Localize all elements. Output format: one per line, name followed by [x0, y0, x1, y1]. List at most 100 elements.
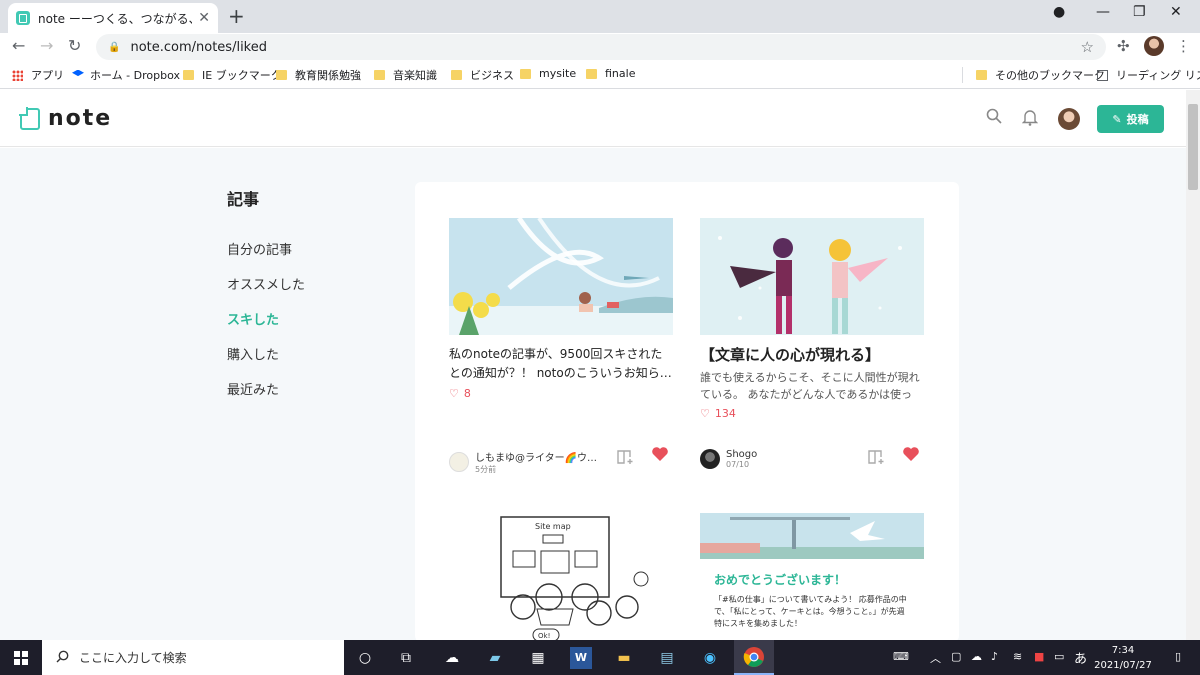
battery-icon[interactable]: ▭	[1054, 650, 1064, 663]
onedrive-icon[interactable]: ☁	[971, 650, 982, 663]
card-thumbnail: Site map Ok!	[449, 513, 673, 640]
bookmark-folder[interactable]: ビジネス	[451, 67, 514, 83]
bookmark-folder[interactable]: IE ブックマーク	[183, 67, 282, 83]
new-tab-icon[interactable]: +	[228, 4, 245, 28]
bookmark-dropbox[interactable]: ホーム - Dropbox	[72, 67, 180, 83]
reload-icon[interactable]: ↻	[68, 36, 81, 55]
folder-icon	[183, 70, 194, 80]
sidebar-item-liked[interactable]: スキした	[227, 309, 279, 328]
word-icon[interactable]: W	[570, 647, 592, 669]
extensions-icon[interactable]: ✣	[1117, 37, 1130, 55]
tab-close-icon[interactable]: ✕	[198, 10, 210, 26]
search-icon	[56, 650, 69, 666]
clock-time: 7:34	[1111, 645, 1135, 656]
sidebar-item-my-articles[interactable]: 自分の記事	[227, 239, 292, 258]
volume-icon[interactable]: ♪	[991, 650, 998, 663]
card-thumbnail	[700, 218, 924, 335]
windows-start-icon[interactable]	[14, 651, 28, 665]
ime-mode-indicator[interactable]: あ	[1074, 648, 1087, 667]
folder-icon	[276, 70, 287, 80]
window-close-icon[interactable]: ✕	[1170, 4, 1182, 20]
minimize-icon[interactable]: —	[1096, 4, 1110, 20]
chrome-icon[interactable]	[734, 640, 774, 675]
back-icon[interactable]: ←	[12, 36, 25, 55]
search-icon[interactable]	[986, 108, 1002, 129]
show-hidden-icons[interactable]: ︿	[930, 650, 941, 666]
article-card[interactable]: 私のnoteの記事が、9500回スキされたとの通知が？！ notoのこういうお知…	[449, 218, 673, 400]
post-button[interactable]: ✎ 投稿	[1097, 105, 1164, 133]
url-text: note.com/notes/liked	[130, 39, 267, 55]
bookmark-folder[interactable]: 教育関係勉強	[276, 67, 361, 83]
bubble-text: Ok!	[538, 632, 550, 640]
keyboard-icon[interactable]: ⌨	[893, 650, 909, 663]
notification-bell-icon[interactable]	[1021, 108, 1039, 131]
safari-icon[interactable]: ◉	[699, 647, 721, 669]
cortana-icon[interactable]: ○	[354, 647, 376, 669]
file-explorer-icon[interactable]: ▬	[613, 647, 635, 669]
card-thumbnail: おめでとうございます！ 「#私の仕事」について書いてみよう！ 応募作品の中で、「…	[700, 513, 924, 640]
folder-icon	[586, 68, 597, 79]
card-title[interactable]: 【文章に人の心が現れる】	[700, 345, 924, 369]
note-logo[interactable]: note	[19, 106, 112, 131]
bookmark-folder[interactable]: mysite	[520, 67, 576, 80]
card-author[interactable]: しもまゆ@ライター🌈ウ… 5分前	[449, 449, 597, 475]
task-view-icon[interactable]: ⧉	[395, 647, 417, 669]
article-card[interactable]: Site map Ok!	[449, 513, 673, 640]
bookmark-star-icon[interactable]: ☆	[1081, 38, 1094, 56]
dropbox-icon	[72, 69, 84, 77]
address-bar[interactable]: 🔒 note.com/notes/liked ☆	[96, 34, 1106, 60]
browser-menu-icon[interactable]: ⋮	[1176, 37, 1191, 55]
browser-tab[interactable]: note ーーつくる、つながる、とどける。 ✕	[8, 3, 218, 33]
add-to-magazine-icon[interactable]	[868, 449, 886, 469]
like-count: ♡ 134	[700, 407, 736, 420]
taskbar-search-box[interactable]: ここに入力して検索	[42, 640, 344, 675]
profile-menu-icon[interactable]: ●	[1053, 4, 1065, 20]
folder-icon	[976, 70, 987, 80]
card-author[interactable]: Shogo 07/10	[700, 449, 757, 469]
taskbar-clock[interactable]: 7:34 2021/07/27	[1093, 643, 1153, 673]
reading-list-icon	[1097, 69, 1108, 81]
author-name: Shogo	[726, 449, 758, 460]
sidebar-item-purchased[interactable]: 購入した	[227, 344, 279, 363]
card-title[interactable]: 私のnoteの記事が、9500回スキされたとの通知が？！ notoのこういうお知…	[449, 345, 673, 383]
card-thumbnail	[449, 218, 673, 335]
article-card[interactable]: 【文章に人の心が現れる】 誰でも使えるからこそ、そこに人間性が現れている。 あな…	[700, 218, 924, 420]
sidebar-item-recommended[interactable]: オススメした	[227, 274, 305, 293]
forward-icon[interactable]: →	[40, 36, 53, 55]
profile-avatar[interactable]	[1144, 36, 1164, 56]
sitemap-caption: Site map	[535, 522, 571, 531]
congrats-body: 「#私の仕事」について書いてみよう！ 応募作品の中で、「私にとって、ケーキとは。…	[714, 595, 907, 628]
ime-tool-icon[interactable]: ■	[1034, 650, 1044, 663]
heart-filled-icon[interactable]	[902, 446, 920, 467]
app-icon[interactable]: ▰	[484, 647, 506, 669]
heart-outline-icon: ♡	[449, 387, 459, 400]
wifi-icon[interactable]: ≋	[1013, 650, 1022, 663]
sidebar-item-recent[interactable]: 最近みた	[227, 379, 279, 398]
bookmarks-bar: アプリ ホーム - Dropbox IE ブックマーク 教育関係勉強 音楽知識 …	[0, 60, 1200, 89]
site-header: note ✎ 投稿	[0, 90, 1186, 147]
congrats-heading: おめでとうございます！	[714, 573, 847, 587]
notification-center-icon[interactable]: ▯	[1175, 650, 1181, 663]
reading-list[interactable]: リーディング リスト	[1097, 67, 1200, 83]
bookmark-folder[interactable]: finale	[586, 67, 635, 80]
clock-date: 2021/07/27	[1094, 660, 1152, 671]
article-card[interactable]: おめでとうございます！ 「#私の仕事」について書いてみよう！ 応募作品の中で、「…	[700, 513, 924, 640]
heart-filled-icon[interactable]	[651, 446, 669, 467]
restore-icon[interactable]: ❐	[1133, 4, 1146, 20]
store-icon[interactable]: ▦	[527, 647, 549, 669]
folder-icon	[520, 68, 531, 79]
note-favicon-icon	[16, 11, 30, 25]
user-avatar[interactable]	[1058, 108, 1080, 130]
scrollbar-thumb[interactable]	[1188, 104, 1198, 190]
bookmark-folder[interactable]: 音楽知識	[374, 67, 437, 83]
meet-icon[interactable]: ▢	[951, 650, 961, 663]
add-to-magazine-icon[interactable]	[617, 449, 635, 469]
apps-grid-icon	[12, 69, 23, 81]
heart-outline-icon: ♡	[700, 407, 710, 420]
bookmark-apps[interactable]: アプリ	[12, 67, 64, 83]
other-bookmarks[interactable]: その他のブックマーク	[976, 67, 1105, 83]
post-date: 07/10	[726, 460, 750, 469]
folder-icon	[374, 70, 385, 80]
network-app-icon[interactable]: ☁	[441, 647, 463, 669]
notepad-icon[interactable]: ▤	[656, 647, 678, 669]
